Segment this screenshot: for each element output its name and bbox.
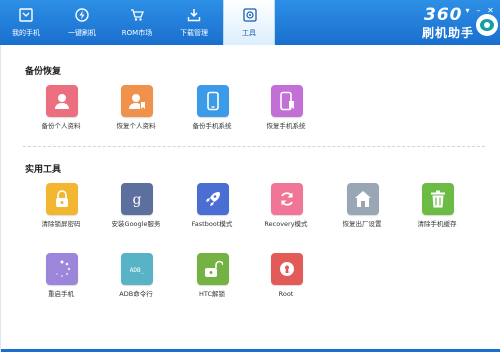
nav-my-phone[interactable]: 我的手机 xyxy=(0,0,52,45)
tool-backup-personal-data[interactable]: 备份个人资料 xyxy=(26,85,96,145)
google-services-tile: g xyxy=(121,183,153,215)
brand-logo-icon xyxy=(476,14,498,36)
nav-one-click-flash[interactable]: 一键刷机 xyxy=(56,0,108,45)
tool-backup-phone-system[interactable]: 备份手机系统 xyxy=(177,85,247,145)
clear-cache-tile xyxy=(422,183,454,215)
factory-reset-tile xyxy=(347,183,379,215)
phone-restore-icon xyxy=(280,91,294,111)
tool-label: Root xyxy=(278,290,294,298)
top-toolbar: 我的手机 一键刷机 ROM市场 下载管理 工具 ▾ – ✕ 360 刷机助手 xyxy=(0,0,500,45)
utilities-section-title: 实用工具 xyxy=(25,165,62,175)
backup-section-title: 备份恢复 xyxy=(25,67,62,77)
adb-tile: ADB_ xyxy=(121,253,153,285)
flash-icon xyxy=(75,8,89,22)
nav-one-click-flash-label: 一键刷机 xyxy=(68,29,96,37)
rocket-icon xyxy=(206,192,220,206)
phone-icon xyxy=(207,91,219,111)
tool-clear-lock-password[interactable]: 清除锁屏密码 xyxy=(26,183,96,243)
tool-install-google-services[interactable]: g 安装Google服务 xyxy=(101,183,171,243)
tool-restart-phone[interactable]: 重启手机 xyxy=(26,253,96,313)
unlock-icon xyxy=(205,260,223,277)
root-tile xyxy=(271,253,303,285)
google-glyph: g xyxy=(133,192,142,208)
tool-recovery-mode[interactable]: Recovery模式 xyxy=(251,183,321,243)
nav-my-phone-label: 我的手机 xyxy=(12,29,40,37)
home-icon xyxy=(355,191,371,207)
tool-adb-command-line[interactable]: ADB_ ADB命令行 xyxy=(101,253,171,313)
tool-clear-phone-cache[interactable]: 清除手机缓存 xyxy=(402,183,472,243)
person-restore-icon xyxy=(129,94,145,109)
nav-tools-label: 工具 xyxy=(242,29,256,37)
clear-lock-tile xyxy=(46,183,78,215)
cart-icon xyxy=(131,9,144,21)
nav-download-manager-label: 下载管理 xyxy=(180,29,208,37)
toolbox-icon xyxy=(243,8,257,22)
adb-glyph: ADB_ xyxy=(130,267,145,274)
tool-label: 清除手机缓存 xyxy=(417,220,457,228)
fastboot-tile xyxy=(197,183,229,215)
trash-icon xyxy=(431,190,445,208)
tool-label: 恢复手机系统 xyxy=(266,122,306,130)
person-icon xyxy=(55,94,69,109)
tool-htc-unlock[interactable]: HTC解锁 xyxy=(177,253,247,313)
lock-icon xyxy=(56,190,68,207)
nav-tools[interactable]: 工具 xyxy=(223,0,275,45)
restore-personal-tile xyxy=(121,85,153,117)
keyhole-icon xyxy=(280,262,294,276)
phone-screen-icon xyxy=(19,8,33,22)
recovery-tile xyxy=(271,183,303,215)
tool-root[interactable]: Root xyxy=(251,253,321,313)
nav-rom-market-label: ROM市场 xyxy=(121,29,153,37)
tool-fastboot-mode[interactable]: Fastboot模式 xyxy=(177,183,247,243)
nav-rom-market[interactable]: ROM市场 xyxy=(111,0,163,45)
tool-restore-phone-system[interactable]: 恢复手机系统 xyxy=(251,85,321,145)
spinner-icon xyxy=(56,260,71,277)
tools-panel: 备份恢复 备份个人资料 恢复个人资料 备份手机系统 恢复手机系统 实用工具 清除… xyxy=(0,45,500,352)
google-icon: g xyxy=(133,192,142,208)
backup-personal-tile xyxy=(46,85,78,117)
restart-tile xyxy=(46,253,78,285)
download-icon xyxy=(187,9,201,22)
nav-download-manager[interactable]: 下载管理 xyxy=(168,0,220,45)
tool-restore-personal-data[interactable]: 恢复个人资料 xyxy=(101,85,171,145)
backup-system-tile xyxy=(197,85,229,117)
brand-name: 刷机助手 xyxy=(422,26,475,40)
terminal-icon: ADB_ xyxy=(130,267,145,274)
section-divider xyxy=(23,146,485,147)
tool-factory-reset[interactable]: 恢复出厂设置 xyxy=(327,183,397,243)
restore-system-tile xyxy=(271,85,303,117)
htc-unlock-tile xyxy=(197,253,229,285)
brand-number: 360 xyxy=(424,5,463,25)
refresh-icon xyxy=(281,192,293,206)
app-brand: 360 刷机助手 xyxy=(420,2,500,44)
